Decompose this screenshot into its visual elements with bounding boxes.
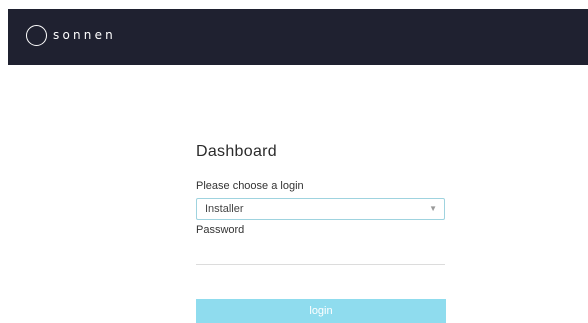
page-title: Dashboard: [196, 143, 277, 160]
triangle-down-icon: ▼: [429, 204, 437, 213]
password-label: Password: [196, 224, 245, 236]
logo-text: sonnen: [53, 28, 116, 42]
circle-logo-icon: [26, 25, 47, 46]
password-field[interactable]: [196, 241, 445, 265]
login-select[interactable]: Installer ▼: [196, 198, 445, 220]
sonnen-logo[interactable]: sonnen: [26, 25, 116, 46]
login-select-value: Installer: [205, 203, 244, 215]
login-choice-label: Please choose a login: [196, 180, 304, 192]
top-header-bar: sonnen: [8, 9, 588, 65]
login-button[interactable]: login: [196, 299, 446, 323]
